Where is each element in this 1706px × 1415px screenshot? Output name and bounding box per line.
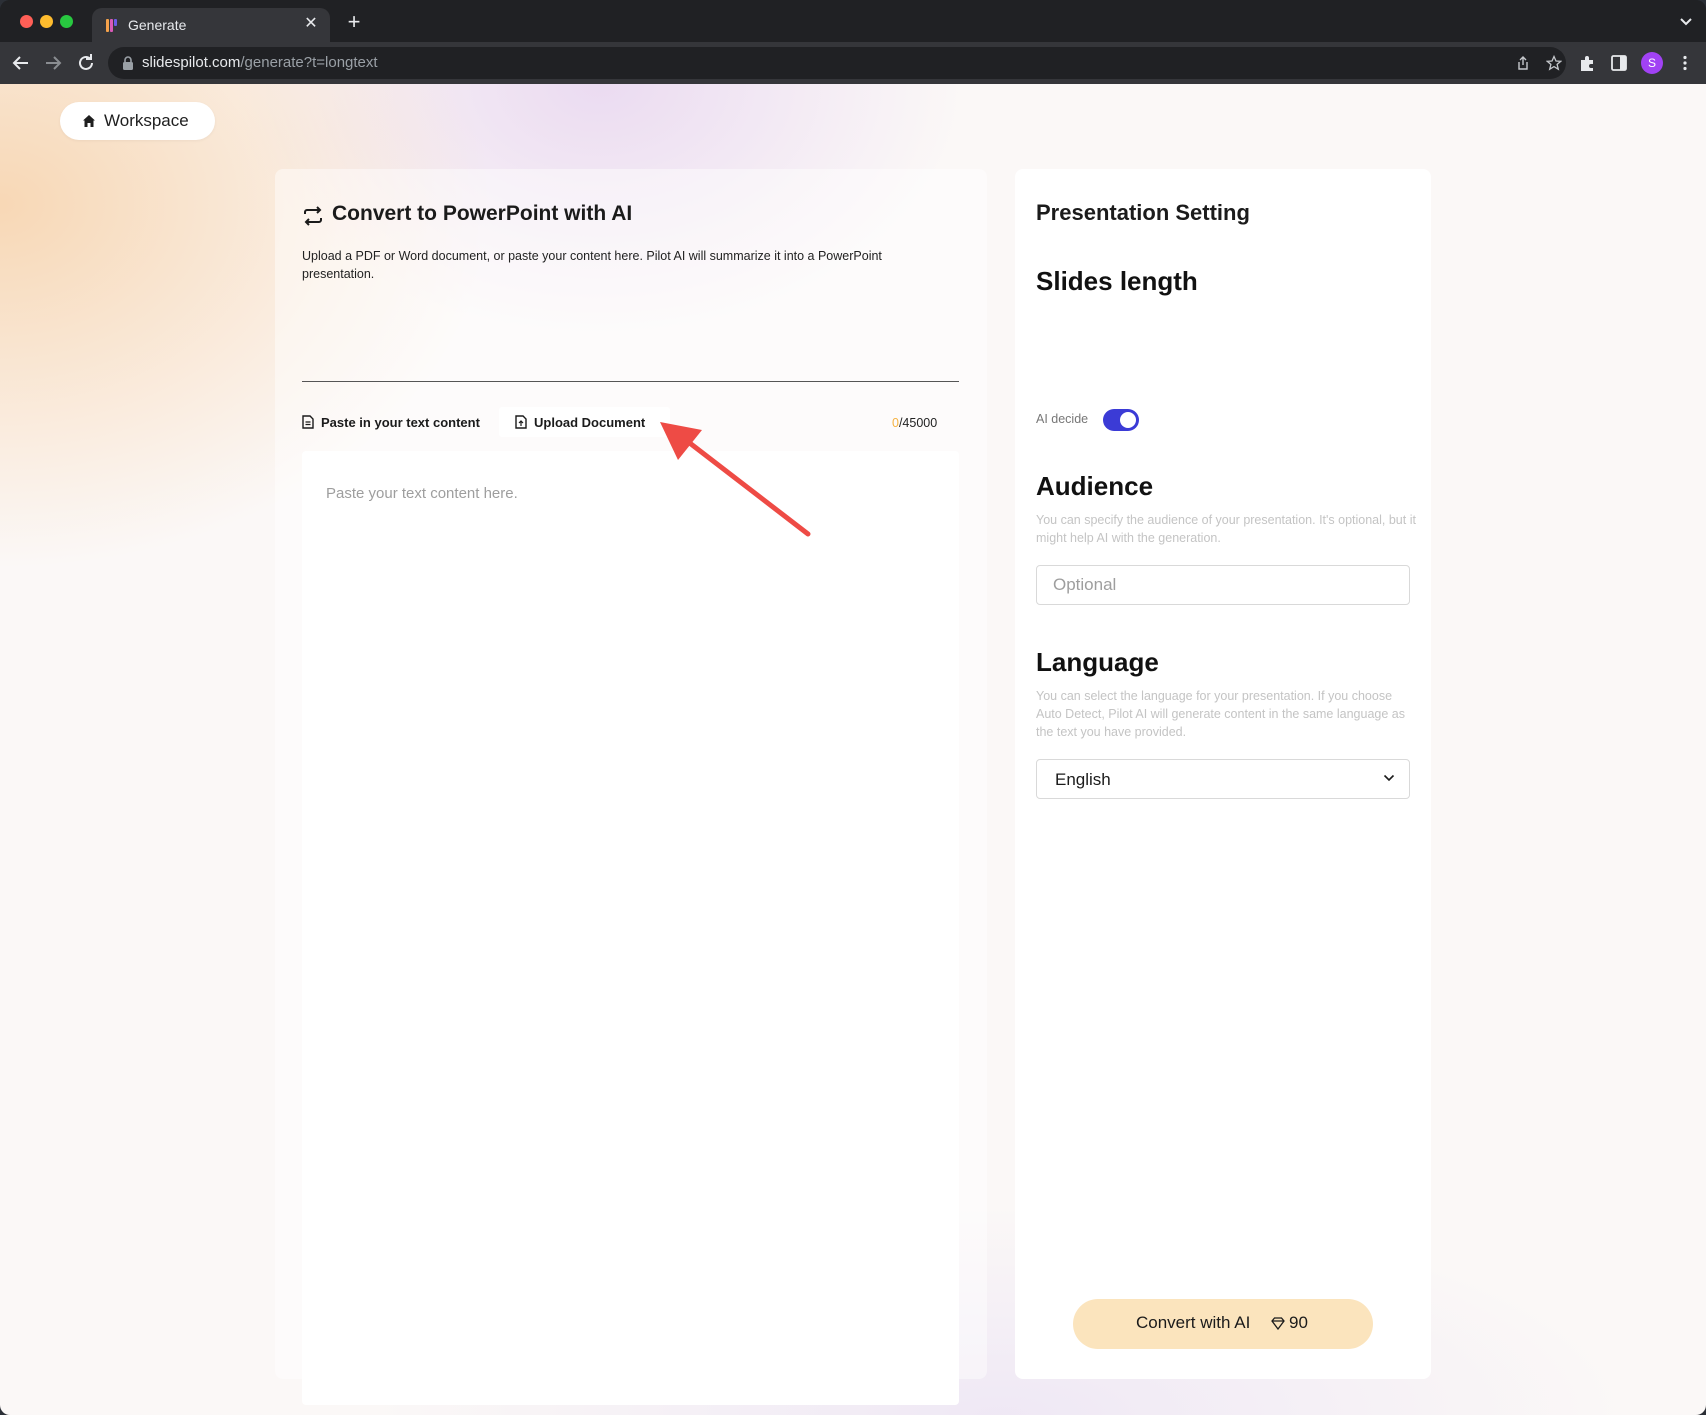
browser-toolbar: slidespilot.com/generate?t=longtext S [0,42,1706,84]
ai-decide-label: AI decide [1036,412,1089,426]
language-title: Language [1036,647,1159,677]
minimize-window-button[interactable] [40,15,53,28]
language-select[interactable]: English [1036,759,1410,799]
audience-description: You can specify the audience of your pre… [1036,513,1416,545]
tab-upload-document[interactable]: Upload Document [499,407,670,437]
tab-search-chevron-icon[interactable] [1678,14,1694,30]
new-tab-icon[interactable]: + [342,11,366,35]
convert-button-label: Convert with AI [1136,1313,1251,1332]
address-bar[interactable]: slidespilot.com/generate?t=longtext [108,47,1566,79]
bookmark-star-icon[interactable] [1546,55,1562,71]
page-content: Workspace Convert to PowerPoint with AI … [0,84,1706,1415]
browser-menu-kebab-icon[interactable] [1676,54,1694,72]
converter-panel: Convert to PowerPoint with AI Upload a P… [275,169,987,1405]
presentation-settings-panel: Presentation Setting Slides length AI de… [1015,169,1431,1379]
tab-close-icon[interactable]: ✕ [302,15,320,33]
ai-decide-toggle[interactable] [1103,409,1139,431]
document-icon [302,415,314,429]
page-title: Convert to PowerPoint with AI [332,202,633,225]
side-panel-icon[interactable] [1610,54,1628,72]
tab-bar: Generate ✕ + [0,0,1706,42]
maximize-window-button[interactable] [60,15,73,28]
slides-length-title: Slides length [1036,266,1198,296]
character-counter: 0/45000 [892,416,938,430]
tab-paste-text[interactable]: Paste in your text content [302,407,480,437]
audience-title: Audience [1036,471,1154,501]
toggle-knob [1120,412,1136,428]
text-content-input[interactable] [302,451,959,1405]
browser-window: Generate ✕ + slidespilot.com/generate?t=… [0,0,1706,1415]
url-text: slidespilot.com/generate?t=longtext [142,54,378,71]
extensions-puzzle-icon[interactable] [1578,54,1596,72]
reload-icon[interactable] [74,51,98,75]
profile-avatar[interactable]: S [1641,52,1663,74]
settings-heading: Presentation Setting [1036,200,1250,225]
chevron-down-icon [1383,774,1395,782]
annotation-arrow-icon [660,422,811,537]
language-selected-value: English [1055,770,1111,789]
tab-paste-text-label: Paste in your text content [321,414,480,430]
credit-cost: 90 [1289,1313,1308,1332]
language-description: You can select the language for your pre… [1036,689,1405,739]
audience-input[interactable] [1036,565,1410,605]
browser-tab[interactable]: Generate ✕ [92,8,330,42]
close-window-button[interactable] [20,15,33,28]
tab-upload-document-label: Upload Document [534,414,646,430]
workspace-label: Workspace [104,111,189,130]
page-description: Upload a PDF or Word document, or paste … [302,249,882,281]
upload-file-icon [515,415,527,429]
diamond-credit-icon [1271,1317,1285,1330]
convert-arrows-icon [304,206,322,226]
slidespilot-favicon-icon [106,17,120,33]
back-icon[interactable] [9,51,33,75]
share-icon[interactable] [1515,55,1531,71]
home-icon [83,115,95,127]
lock-icon [123,56,133,70]
workspace-button[interactable]: Workspace [60,102,215,140]
convert-with-ai-button[interactable]: Convert with AI 90 [1073,1299,1373,1349]
divider [302,381,959,382]
forward-icon[interactable] [41,51,65,75]
tab-title: Generate [128,17,187,33]
